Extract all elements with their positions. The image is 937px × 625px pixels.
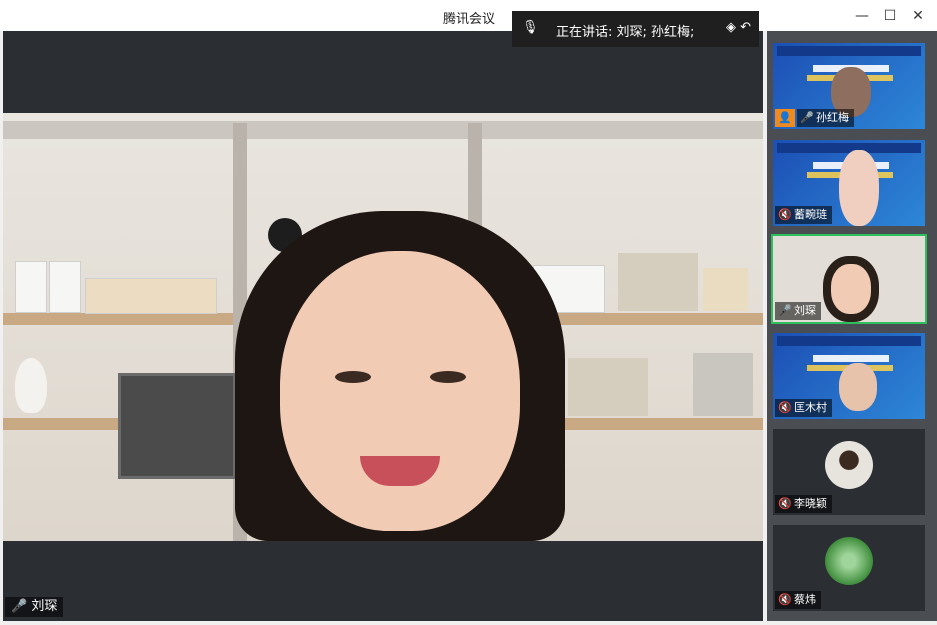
participant-tile[interactable]: 🔇 李晓颖	[773, 429, 925, 515]
participant-name: 刘琛	[794, 304, 816, 317]
mic-icon: 🎤	[11, 599, 28, 614]
main-video[interactable]: 🎤 刘琛	[3, 31, 763, 621]
participant-tile[interactable]: 🔇 蓄畹琏	[773, 140, 925, 226]
app-title: 腾讯会议	[443, 12, 496, 27]
mic-icon: 🎤	[778, 304, 792, 317]
mic-icon: 🎤	[800, 111, 814, 124]
participant-name: 匡木村	[794, 401, 827, 414]
participant-name: 蔡炜	[794, 593, 816, 606]
microphone-icon: 🎙	[522, 20, 539, 35]
participant-label: 🎤 孙红梅	[797, 109, 854, 127]
speaking-indicator: 🎙 正在讲话: 刘琛; 孙红梅; ◈ ↶	[512, 11, 759, 47]
mic-muted-icon: 🔇	[778, 208, 792, 221]
participant-label: 🎤 刘琛	[775, 302, 821, 320]
mic-muted-icon: 🔇	[778, 497, 792, 510]
title-bar: 腾讯会议 — ☐ ✕	[0, 0, 937, 31]
close-button[interactable]: ✕	[908, 6, 928, 26]
participant-tile[interactable]: 🔇 匡木村	[773, 333, 925, 419]
maximize-button[interactable]: ☐	[880, 6, 900, 26]
host-icon: 👤	[775, 109, 795, 127]
participant-name: 孙红梅	[816, 111, 849, 124]
speaking-text: 正在讲话: 刘琛; 孙红梅;	[556, 25, 695, 40]
avatar	[825, 441, 873, 489]
participant-label: 🔇 蓄畹琏	[775, 206, 832, 224]
minimize-button[interactable]: —	[852, 6, 872, 26]
participant-name: 李晓颖	[794, 497, 827, 510]
avatar	[825, 537, 873, 585]
participant-tile[interactable]: 🔇 蔡炜	[773, 525, 925, 611]
main-video-label: 🎤 刘琛	[5, 597, 64, 617]
main-participant-name: 刘琛	[31, 599, 58, 614]
speaker-face	[235, 211, 565, 541]
participant-sidebar: 👤 🎤 孙红梅 🔇 蓄畹琏 🎤 刘琛 🔇 匡木村 🔇 李晓颖 🔇 蔡炜	[767, 31, 937, 621]
participant-label: 🔇 匡木村	[775, 399, 832, 417]
participant-tile[interactable]: 👤 🎤 孙红梅	[773, 43, 925, 129]
participant-label: 🔇 蔡炜	[775, 591, 821, 609]
participant-label: 🔇 李晓颖	[775, 495, 832, 513]
participant-name: 蓄畹琏	[794, 208, 827, 221]
mic-muted-icon: 🔇	[778, 593, 792, 606]
participant-tile-active[interactable]: 🎤 刘琛	[771, 234, 927, 324]
mic-muted-icon: 🔇	[778, 401, 792, 414]
overlay-controls[interactable]: ◈ ↶	[726, 20, 751, 35]
